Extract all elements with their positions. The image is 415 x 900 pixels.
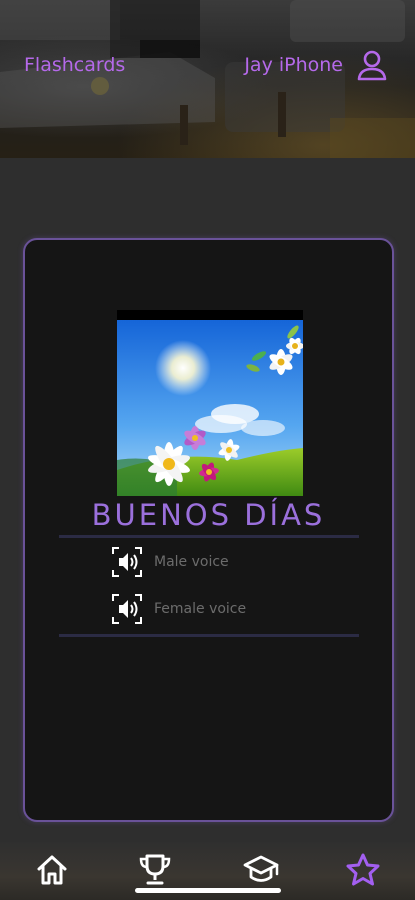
header-background-image xyxy=(0,0,415,158)
female-voice-button[interactable]: Female voice xyxy=(111,593,311,625)
divider xyxy=(59,535,359,538)
person-icon[interactable] xyxy=(355,48,389,82)
flashcard-word: BUENOS DÍAS xyxy=(91,498,326,532)
app-title[interactable]: Flashcards xyxy=(24,54,125,76)
voice-label: Female voice xyxy=(154,601,247,617)
flashcard[interactable]: BUENOS DÍAS Male voice Female voice xyxy=(23,238,394,822)
speaker-icon xyxy=(112,547,142,577)
male-voice-button[interactable]: Male voice xyxy=(111,546,311,578)
home-icon[interactable] xyxy=(34,852,70,888)
app-header: Flashcards Jay iPhone xyxy=(0,0,415,158)
trophy-icon[interactable] xyxy=(137,852,173,888)
graduation-cap-icon[interactable] xyxy=(243,852,279,888)
speaker-icon xyxy=(112,594,142,624)
user-name[interactable]: Jay iPhone xyxy=(244,54,343,76)
flashcard-image xyxy=(117,310,303,496)
divider xyxy=(59,634,359,637)
voice-label: Male voice xyxy=(154,554,229,570)
home-indicator xyxy=(135,888,281,893)
star-icon[interactable] xyxy=(345,852,381,888)
